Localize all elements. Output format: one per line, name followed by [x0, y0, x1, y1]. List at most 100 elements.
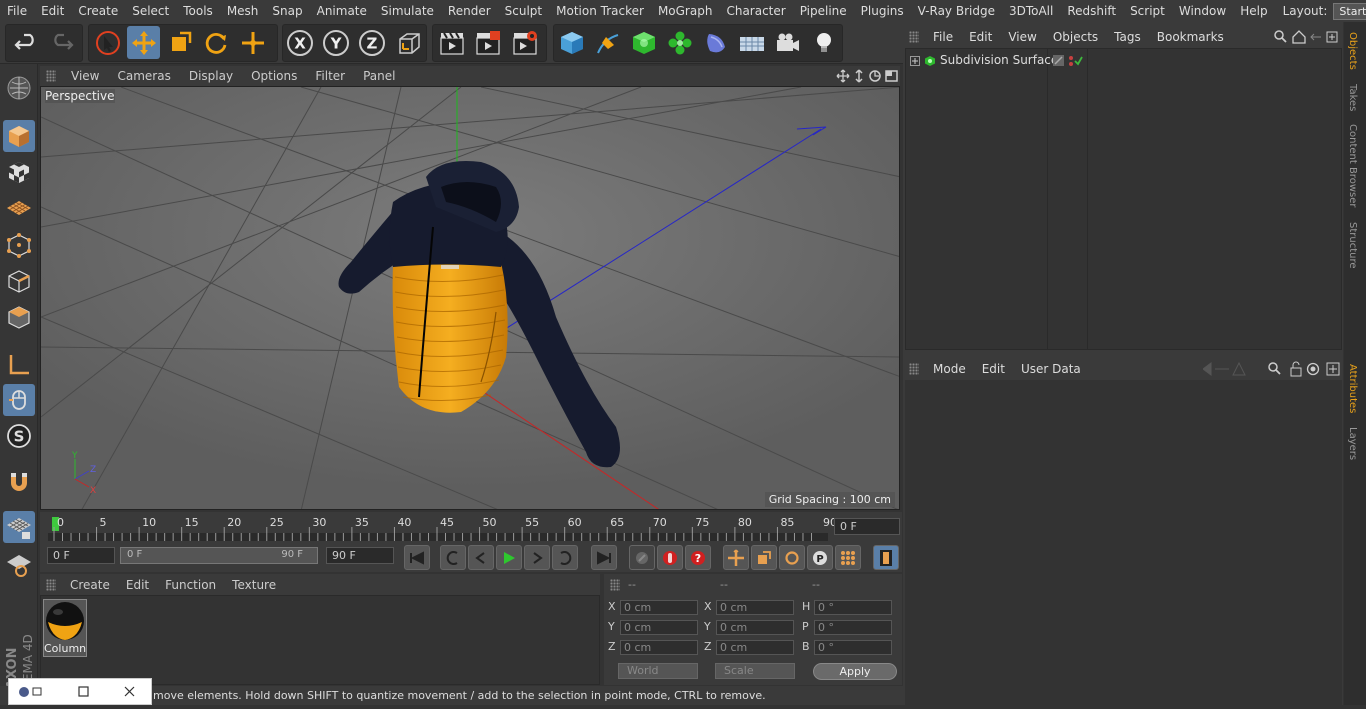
start-frame-field[interactable]: 0 F: [47, 547, 115, 564]
next-key-button[interactable]: [552, 545, 578, 570]
prev-frame-button[interactable]: [468, 545, 494, 570]
menu-select[interactable]: Select: [125, 0, 176, 22]
rotation-h-field[interactable]: 0 °: [814, 600, 892, 615]
material-swatch[interactable]: Column: [43, 599, 87, 657]
om-menu-bookmarks[interactable]: Bookmarks: [1149, 30, 1232, 44]
material-menu-function[interactable]: Function: [157, 578, 224, 592]
current-frame-field[interactable]: 0 F: [834, 518, 900, 535]
om-menu-file[interactable]: File: [925, 30, 961, 44]
viewport-menu-view[interactable]: View: [62, 69, 108, 83]
workplane-lock-button[interactable]: [3, 511, 35, 543]
menu-snap[interactable]: Snap: [265, 0, 309, 22]
menu-edit[interactable]: Edit: [34, 0, 71, 22]
polygons-mode-button[interactable]: [3, 301, 35, 333]
render-picture-viewer-button[interactable]: [471, 26, 504, 59]
menu-pipeline[interactable]: Pipeline: [793, 0, 854, 22]
om-tool-icons[interactable]: [1273, 29, 1343, 45]
world-dropdown[interactable]: World: [618, 663, 698, 679]
points-mode-button[interactable]: [3, 229, 35, 261]
key-scale-button[interactable]: [751, 545, 777, 570]
rotation-b-field[interactable]: 0 °: [814, 640, 892, 655]
floor-button[interactable]: [735, 26, 768, 59]
axis-mode-button[interactable]: [3, 349, 35, 381]
tweak-mode-button[interactable]: [3, 384, 35, 416]
menu-simulate[interactable]: Simulate: [374, 0, 441, 22]
om-menu-view[interactable]: View: [1000, 30, 1044, 44]
timeline-ruler[interactable]: 0 5 10 15 20 25 30 35 40 45 50 55 60 65 70 75 80 85 90 0 F: [40, 512, 902, 542]
tab-structure[interactable]: Structure: [1347, 222, 1358, 269]
viewport-menu-panel[interactable]: Panel: [354, 69, 404, 83]
model-mode-button[interactable]: [3, 120, 35, 152]
tab-takes[interactable]: Takes: [1347, 84, 1358, 111]
expand-icon[interactable]: [910, 56, 920, 66]
workplane-mode-button[interactable]: [3, 192, 35, 224]
auto-key-button[interactable]: ?: [685, 545, 711, 570]
material-menu-texture[interactable]: Texture: [224, 578, 284, 592]
key-rotation-button[interactable]: [779, 545, 805, 570]
texture-mode-button[interactable]: [3, 156, 35, 188]
camera-button[interactable]: [771, 26, 804, 59]
viewport-menu-options[interactable]: Options: [242, 69, 306, 83]
rotate-tool-button[interactable]: [199, 26, 232, 59]
visibility-dots-icon[interactable]: [1053, 54, 1083, 68]
record-disabled-button[interactable]: [629, 545, 655, 570]
cube-button[interactable]: [555, 26, 588, 59]
end-frame-field[interactable]: 90 F: [326, 547, 394, 564]
y-axis-button[interactable]: Y: [319, 26, 352, 59]
light-button[interactable]: [807, 26, 840, 59]
om-menu-tags[interactable]: Tags: [1106, 30, 1149, 44]
record-button[interactable]: [657, 545, 683, 570]
apply-button[interactable]: Apply: [813, 663, 897, 680]
menu-redshift[interactable]: Redshift: [1060, 0, 1123, 22]
rotation-p-field[interactable]: 0 °: [814, 620, 892, 635]
tab-attributes[interactable]: Attributes: [1347, 364, 1358, 413]
menu-script[interactable]: Script: [1123, 0, 1172, 22]
menu-motion-tracker[interactable]: Motion Tracker: [549, 0, 651, 22]
x-axis-button[interactable]: X: [283, 26, 316, 59]
menu-3dtoall[interactable]: 3DToAll: [1002, 0, 1060, 22]
coordinate-system-button[interactable]: [392, 26, 425, 59]
go-to-end-button[interactable]: [591, 545, 617, 570]
window-controls-icons[interactable]: [9, 679, 153, 706]
deformer-button[interactable]: [699, 26, 732, 59]
menu-character[interactable]: Character: [719, 0, 792, 22]
position-x-field[interactable]: 0 cm: [620, 600, 698, 615]
perspective-viewport[interactable]: Y Z X Perspective Grid Spacing : 100 cm: [40, 86, 900, 510]
render-settings-button[interactable]: [508, 26, 541, 59]
object-row-subdivision-surface[interactable]: Subdivision Surface: [908, 52, 1340, 70]
make-editable-button[interactable]: [3, 72, 35, 104]
timeline-window-button[interactable]: [873, 545, 899, 570]
material-menu-create[interactable]: Create: [62, 578, 118, 592]
attr-menu-edit[interactable]: Edit: [974, 362, 1013, 376]
render-view-button[interactable]: [435, 26, 468, 59]
menu-plugins[interactable]: Plugins: [854, 0, 911, 22]
om-menu-edit[interactable]: Edit: [961, 30, 1000, 44]
viewport-menu-filter[interactable]: Filter: [306, 69, 354, 83]
layout-select[interactable]: Startup: [1333, 2, 1366, 20]
pen-spline-button[interactable]: [591, 26, 624, 59]
attr-menu-user-data[interactable]: User Data: [1013, 362, 1089, 376]
z-axis-button[interactable]: Z: [355, 26, 388, 59]
viewport-menu-display[interactable]: Display: [180, 69, 242, 83]
play-button[interactable]: [496, 545, 522, 570]
viewport-menu-cameras[interactable]: Cameras: [108, 69, 179, 83]
key-pla-button[interactable]: [835, 545, 861, 570]
subdivision-button[interactable]: [627, 26, 660, 59]
tab-layers[interactable]: Layers: [1347, 427, 1358, 460]
position-y-field[interactable]: 0 cm: [620, 620, 698, 635]
redo-button[interactable]: [45, 26, 78, 59]
scale-dropdown[interactable]: Scale: [715, 663, 795, 679]
cloner-button[interactable]: [663, 26, 696, 59]
tab-objects[interactable]: Objects: [1347, 32, 1358, 70]
viewport-nav-icons[interactable]: [836, 68, 900, 84]
attr-tool-icons[interactable]: [1203, 361, 1343, 377]
menu-animate[interactable]: Animate: [310, 0, 374, 22]
attr-menu-mode[interactable]: Mode: [925, 362, 974, 376]
solo-mode-button[interactable]: S: [3, 420, 35, 452]
material-menu-edit[interactable]: Edit: [118, 578, 157, 592]
menu-mograph[interactable]: MoGraph: [651, 0, 720, 22]
scale-tool-button[interactable]: [163, 26, 196, 59]
menu-window[interactable]: Window: [1172, 0, 1233, 22]
frame-range-slider[interactable]: 0 F 90 F: [120, 547, 318, 564]
size-y-field[interactable]: 0 cm: [716, 620, 794, 635]
